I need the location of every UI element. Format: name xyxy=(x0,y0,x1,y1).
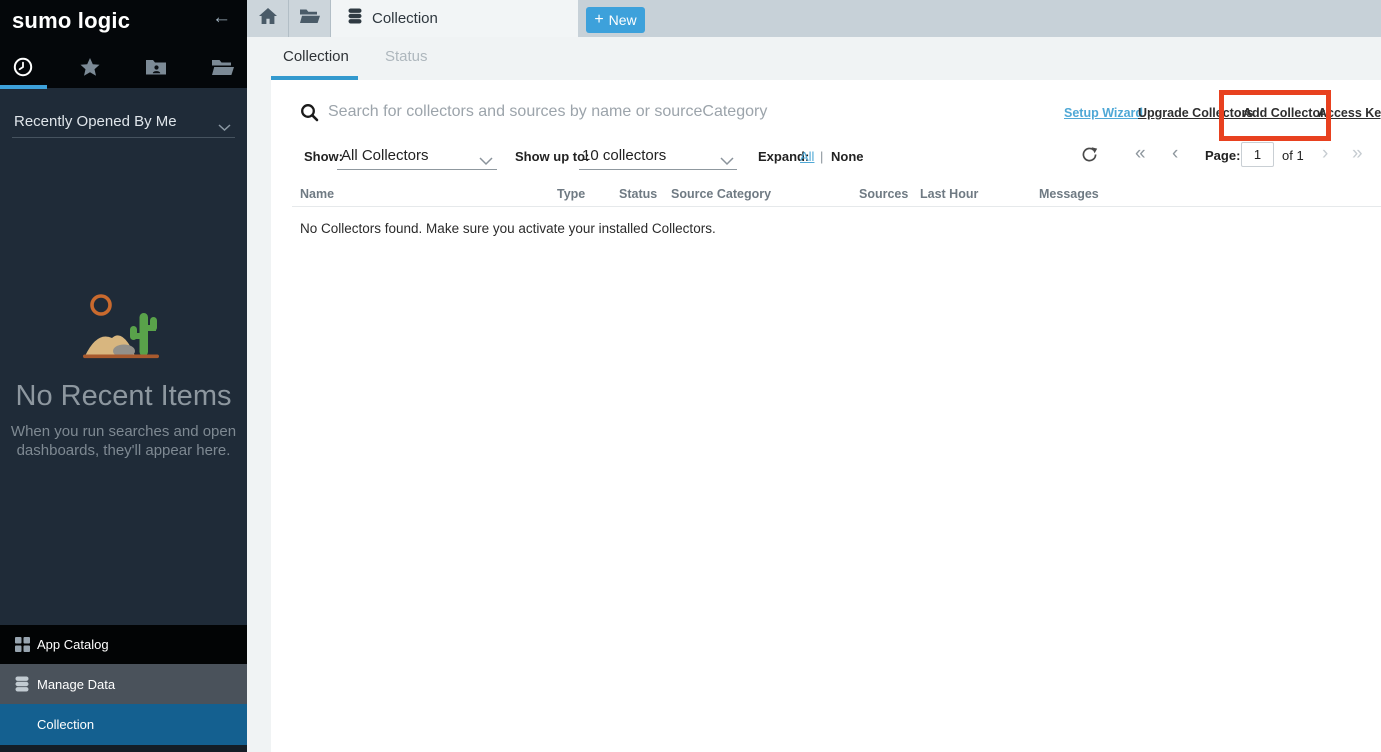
expand-none-link[interactable]: None xyxy=(831,149,864,164)
show-up-to-dropdown[interactable]: 10 collectors xyxy=(582,147,666,164)
access-keys-link[interactable]: Access Keys xyxy=(1318,106,1381,120)
chevron-down-icon[interactable] xyxy=(720,153,734,171)
column-header-name: Name xyxy=(300,187,334,201)
new-tab-button[interactable]: + New xyxy=(586,7,645,33)
home-icon xyxy=(258,7,278,30)
previous-page-icon[interactable]: ‹ xyxy=(1172,143,1178,165)
database-icon xyxy=(347,8,363,29)
tab-collection[interactable]: Collection xyxy=(331,0,578,37)
page-label: Page: xyxy=(1205,148,1240,163)
sidebar: sumo logic ← xyxy=(0,0,247,752)
no-recent-items-title: No Recent Items xyxy=(0,380,247,413)
collection-panel xyxy=(271,80,1381,752)
chevron-down-icon xyxy=(218,119,231,137)
app-window: sumo logic ← xyxy=(0,0,1381,752)
sidebar-item-app-catalog[interactable]: App Catalog xyxy=(0,625,247,664)
library-button[interactable] xyxy=(289,0,331,37)
sumo-logic-logo: sumo logic xyxy=(12,8,130,34)
subtab-strip: Collection Status xyxy=(247,37,1381,80)
column-header-type: Type xyxy=(557,187,585,201)
panel-gutter xyxy=(247,80,271,752)
expand-all-link[interactable]: All xyxy=(800,149,814,164)
refresh-icon[interactable] xyxy=(1081,146,1098,168)
caption-line-1: When you run searches and open xyxy=(0,422,247,441)
subtab-status[interactable]: Status xyxy=(385,48,428,65)
personal-folder-icon[interactable] xyxy=(144,55,168,79)
sidebar-item-label: App Catalog xyxy=(37,637,109,652)
recent-scope-dropdown[interactable]: Recently Opened By Me xyxy=(12,106,235,138)
show-up-to-label: Show up to: xyxy=(515,149,589,164)
collapse-sidebar-icon[interactable]: ← xyxy=(212,7,231,29)
open-folder-icon xyxy=(299,8,321,29)
dropdown-underline xyxy=(337,169,497,170)
tab-label: Collection xyxy=(372,10,438,27)
add-collector-link[interactable]: Add Collector xyxy=(1243,106,1325,120)
setup-wizard-link[interactable]: Setup Wizard xyxy=(1064,106,1143,120)
sidebar-item-label: Collection xyxy=(37,717,94,732)
sidebar-item-label: Manage Data xyxy=(37,677,115,692)
database-icon xyxy=(11,676,33,692)
sidebar-next-row-sliver xyxy=(0,745,247,752)
sidebar-item-manage-data[interactable]: Manage Data xyxy=(0,664,247,704)
table-header-divider xyxy=(292,206,1381,207)
library-folder-icon[interactable] xyxy=(211,55,235,79)
search-icon xyxy=(300,103,319,127)
new-button-label: New xyxy=(609,12,637,28)
show-filter-dropdown[interactable]: All Collectors xyxy=(341,147,429,164)
sidebar-item-collection[interactable]: Collection xyxy=(0,704,247,745)
favorites-star-icon[interactable] xyxy=(78,55,102,79)
column-header-source-category: Source Category xyxy=(671,187,771,201)
show-filter-label: Show: xyxy=(304,149,343,164)
subtab-collection[interactable]: Collection xyxy=(283,48,349,65)
active-nav-indicator xyxy=(0,85,47,89)
last-page-icon[interactable]: » xyxy=(1352,143,1363,165)
column-header-status: Status xyxy=(619,187,657,201)
recent-clock-icon[interactable] xyxy=(11,55,35,79)
desert-illustration xyxy=(60,286,182,369)
first-page-icon[interactable]: « xyxy=(1135,143,1146,165)
top-tab-bar: Collection + New xyxy=(247,0,1381,37)
search-input[interactable] xyxy=(328,98,1028,126)
dropdown-underline xyxy=(579,169,737,170)
home-button[interactable] xyxy=(247,0,289,37)
page-number-input[interactable] xyxy=(1241,142,1274,167)
column-header-last-hour: Last Hour xyxy=(920,187,978,201)
expand-divider: | xyxy=(820,149,823,164)
plus-icon: + xyxy=(594,11,603,29)
next-page-icon[interactable]: › xyxy=(1322,143,1328,165)
grid-icon xyxy=(11,637,33,652)
page-count-label: of 1 xyxy=(1282,148,1304,163)
column-header-messages: Messages xyxy=(1039,187,1099,201)
recent-scope-label: Recently Opened By Me xyxy=(14,113,177,130)
caption-line-2: dashboards, they'll appear here. xyxy=(0,441,247,460)
sidebar-header: sumo logic ← xyxy=(0,0,247,88)
empty-table-message: No Collectors found. Make sure you activ… xyxy=(300,221,716,236)
column-header-sources: Sources xyxy=(859,187,908,201)
upgrade-collectors-link[interactable]: Upgrade Collectors xyxy=(1138,106,1253,120)
no-recent-items-caption: When you run searches and open dashboard… xyxy=(0,422,247,460)
chevron-down-icon[interactable] xyxy=(479,153,493,171)
